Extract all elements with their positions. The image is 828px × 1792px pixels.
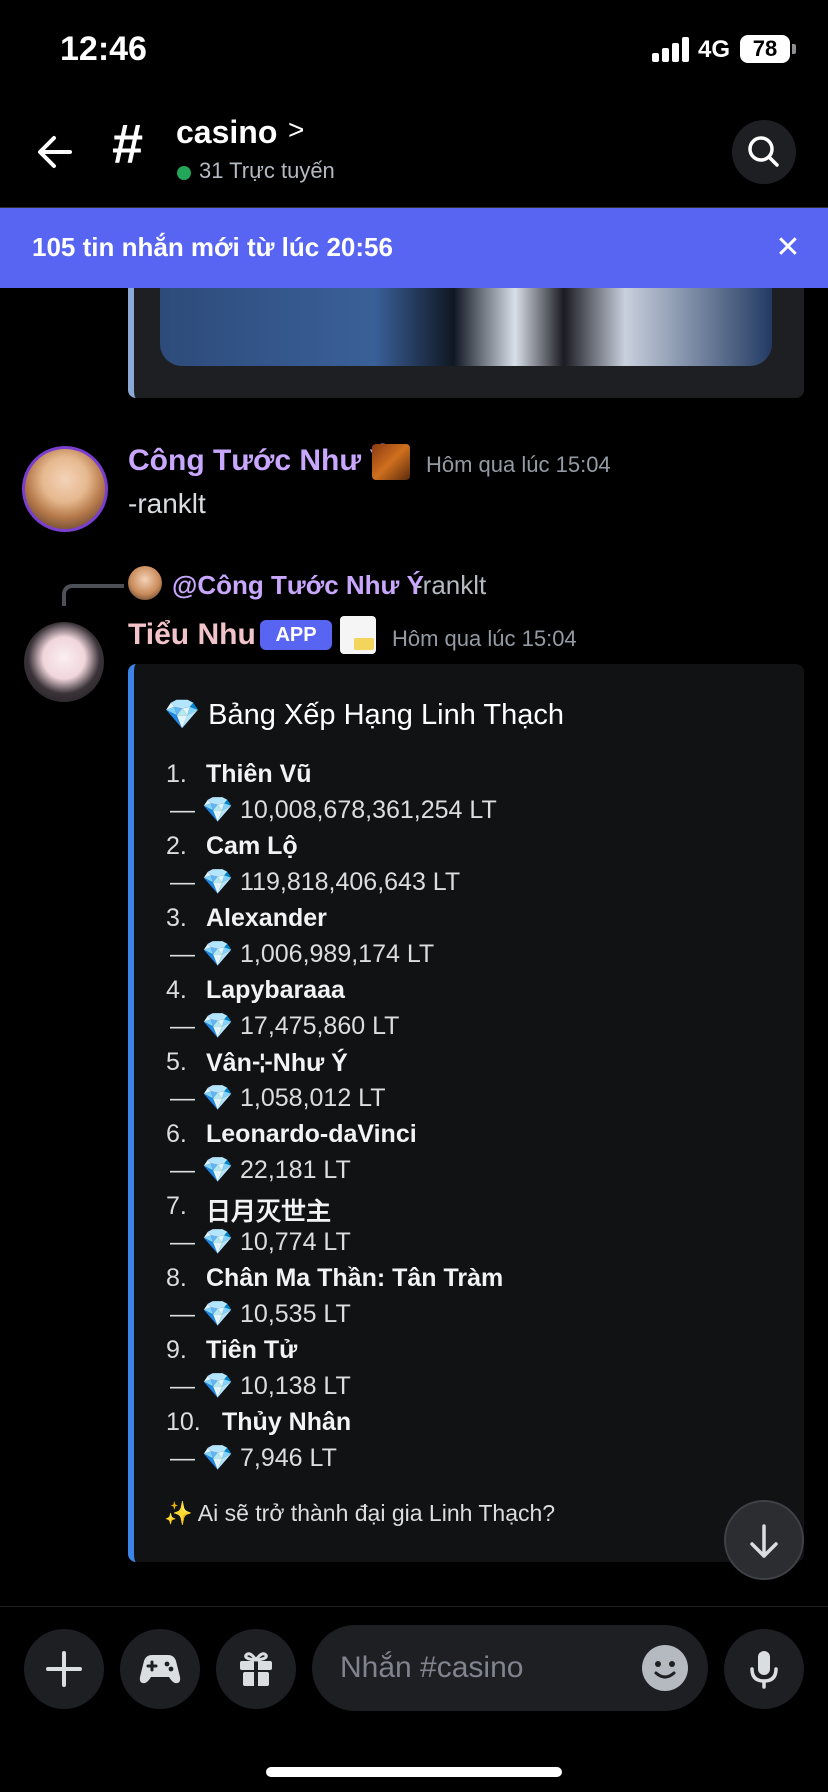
rank-name: Alexander [206, 904, 327, 932]
scroll-to-bottom-button[interactable] [724, 1500, 804, 1580]
message-input-placeholder: Nhắn #casino [340, 1651, 524, 1684]
online-count: 31 Trực tuyến [199, 158, 335, 183]
message-composer: Nhắn #casino [0, 1606, 828, 1792]
list-item: 1. Thiên Vũ — 💎 10,008,678,361,254 LT [166, 760, 786, 832]
battery-tip [792, 44, 796, 54]
search-button[interactable] [732, 120, 796, 184]
close-icon[interactable]: ✕ [772, 230, 804, 266]
list-item: 3. Alexander — 💎 1,006,989,174 LT [166, 904, 786, 976]
rank-name: Tiên Tử [206, 1336, 298, 1364]
rank-name: Thủy Nhân [222, 1408, 352, 1436]
rank-number: 6. [166, 1120, 187, 1148]
clock: 12:46 [60, 30, 147, 68]
rank-value: — 💎 1,006,989,174 LT [170, 940, 435, 968]
rank-value: — 💎 10,774 LT [170, 1228, 351, 1256]
channel-header: # casino > 31 Trực tuyến [0, 96, 828, 208]
plus-icon [46, 1651, 82, 1687]
list-item: 9. Tiên Tử — 💎 10,138 LT [166, 1336, 786, 1408]
activities-button[interactable] [120, 1629, 200, 1709]
embed-image[interactable] [160, 288, 772, 366]
new-messages-bar[interactable]: 105 tin nhắn mới từ lúc 20:56 ✕ [0, 208, 828, 288]
reply-content[interactable]: -ranklt [414, 570, 486, 601]
rank-number: 9. [166, 1336, 187, 1364]
signal-icon [652, 36, 692, 62]
rank-value: — 💎 10,535 LT [170, 1300, 351, 1328]
rank-value: — 💎 17,475,860 LT [170, 1012, 400, 1040]
home-indicator[interactable] [266, 1767, 562, 1777]
rank-number: 3. [166, 904, 187, 932]
message-timestamp: Hôm qua lúc 15:04 [426, 452, 611, 477]
new-messages-text[interactable]: 105 tin nhắn mới từ lúc 20:56 [32, 232, 393, 263]
rank-number: 2. [166, 832, 187, 860]
ranking-list: 1. Thiên Vũ — 💎 10,008,678,361,254 LT 2.… [166, 760, 786, 1480]
list-item: 5. Vân⊹Như Ý — 💎 1,058,012 LT [166, 1048, 786, 1120]
rank-number: 8. [166, 1264, 187, 1292]
rank-number: 5. [166, 1048, 187, 1076]
rank-name: 日月灭世主 [206, 1198, 332, 1226]
voice-button[interactable] [724, 1629, 804, 1709]
message-timestamp: Hôm qua lúc 15:04 [392, 626, 577, 651]
channel-hash-icon: # [112, 112, 144, 175]
message-author[interactable]: Công Tước Như Ý [128, 444, 389, 478]
rank-name: Leonardo-daVinci [206, 1120, 417, 1148]
embed-title: 💎 Bảng Xếp Hạng Linh Thạch [164, 699, 564, 731]
role-icon [372, 444, 410, 480]
gift-button[interactable] [216, 1629, 296, 1709]
emoji-icon[interactable] [642, 1645, 688, 1691]
role-icon [340, 616, 376, 654]
rank-value: — 💎 10,008,678,361,254 LT [170, 796, 497, 824]
rank-value: — 💎 1,058,012 LT [170, 1084, 386, 1112]
list-item: 8. Chân Ma Thần: Tân Tràm — 💎 10,535 LT [166, 1264, 786, 1336]
network-type: 4G [698, 36, 731, 63]
list-item: 4. Lapybaraaa — 💎 17,475,860 LT [166, 976, 786, 1048]
list-item: 7. 日月灭世主 — 💎 10,774 LT [166, 1192, 786, 1264]
list-item: 6. Leonardo-daVinci — 💎 22,181 LT [166, 1120, 786, 1192]
gift-icon [240, 1652, 272, 1686]
reply-line [62, 584, 124, 606]
rank-value: — 💎 7,946 LT [170, 1444, 337, 1472]
rank-name: Vân⊹Như Ý [206, 1049, 348, 1077]
list-item: 10. Thủy Nhân — 💎 7,946 LT [166, 1408, 786, 1480]
back-arrow-icon[interactable] [30, 126, 82, 178]
gamepad-icon [139, 1655, 181, 1684]
rank-value: — 💎 22,181 LT [170, 1156, 351, 1184]
rank-number: 1. [166, 760, 187, 788]
leaderboard-embed: 💎 Bảng Xếp Hạng Linh Thạch 1. Thiên Vũ —… [128, 664, 804, 1562]
online-dot [177, 166, 191, 180]
reply-author[interactable]: @Công Tước Như Ý [172, 570, 424, 601]
channel-name[interactable]: casino [176, 114, 277, 151]
avatar[interactable] [22, 446, 108, 532]
rank-name: Thiên Vũ [206, 760, 312, 788]
rank-number: 4. [166, 976, 187, 1004]
rank-name: Chân Ma Thần: Tân Tràm [206, 1264, 504, 1292]
status-bar: 12:46 4G 78 [0, 0, 828, 96]
chevron-right-icon[interactable]: > [288, 114, 304, 146]
message-content: -ranklt [128, 488, 206, 519]
rank-number: 10. [166, 1408, 201, 1436]
message-author[interactable]: Tiểu Nhu [128, 618, 256, 652]
embed-footer: ✨ Ai sẽ trở thành đại gia Linh Thạch? [164, 1500, 556, 1526]
rank-name: Cam Lộ [206, 832, 298, 860]
microphone-icon [750, 1651, 778, 1689]
search-icon [748, 136, 779, 167]
avatar[interactable] [24, 622, 104, 702]
arrow-down-icon [750, 1524, 778, 1558]
reply-avatar[interactable] [128, 566, 162, 600]
battery-icon: 78 [740, 35, 790, 63]
list-item: 2. Cam Lộ — 💎 119,818,406,643 LT [166, 832, 786, 904]
add-attachment-button[interactable] [24, 1629, 104, 1709]
rank-value: — 💎 119,818,406,643 LT [170, 868, 461, 896]
message-input[interactable]: Nhắn #casino [312, 1625, 708, 1711]
rank-value: — 💎 10,138 LT [170, 1372, 351, 1400]
rank-name: Lapybaraaa [206, 976, 345, 1004]
image-embed [128, 288, 804, 398]
rank-number: 7. [166, 1192, 187, 1220]
app-badge: APP [260, 620, 332, 650]
